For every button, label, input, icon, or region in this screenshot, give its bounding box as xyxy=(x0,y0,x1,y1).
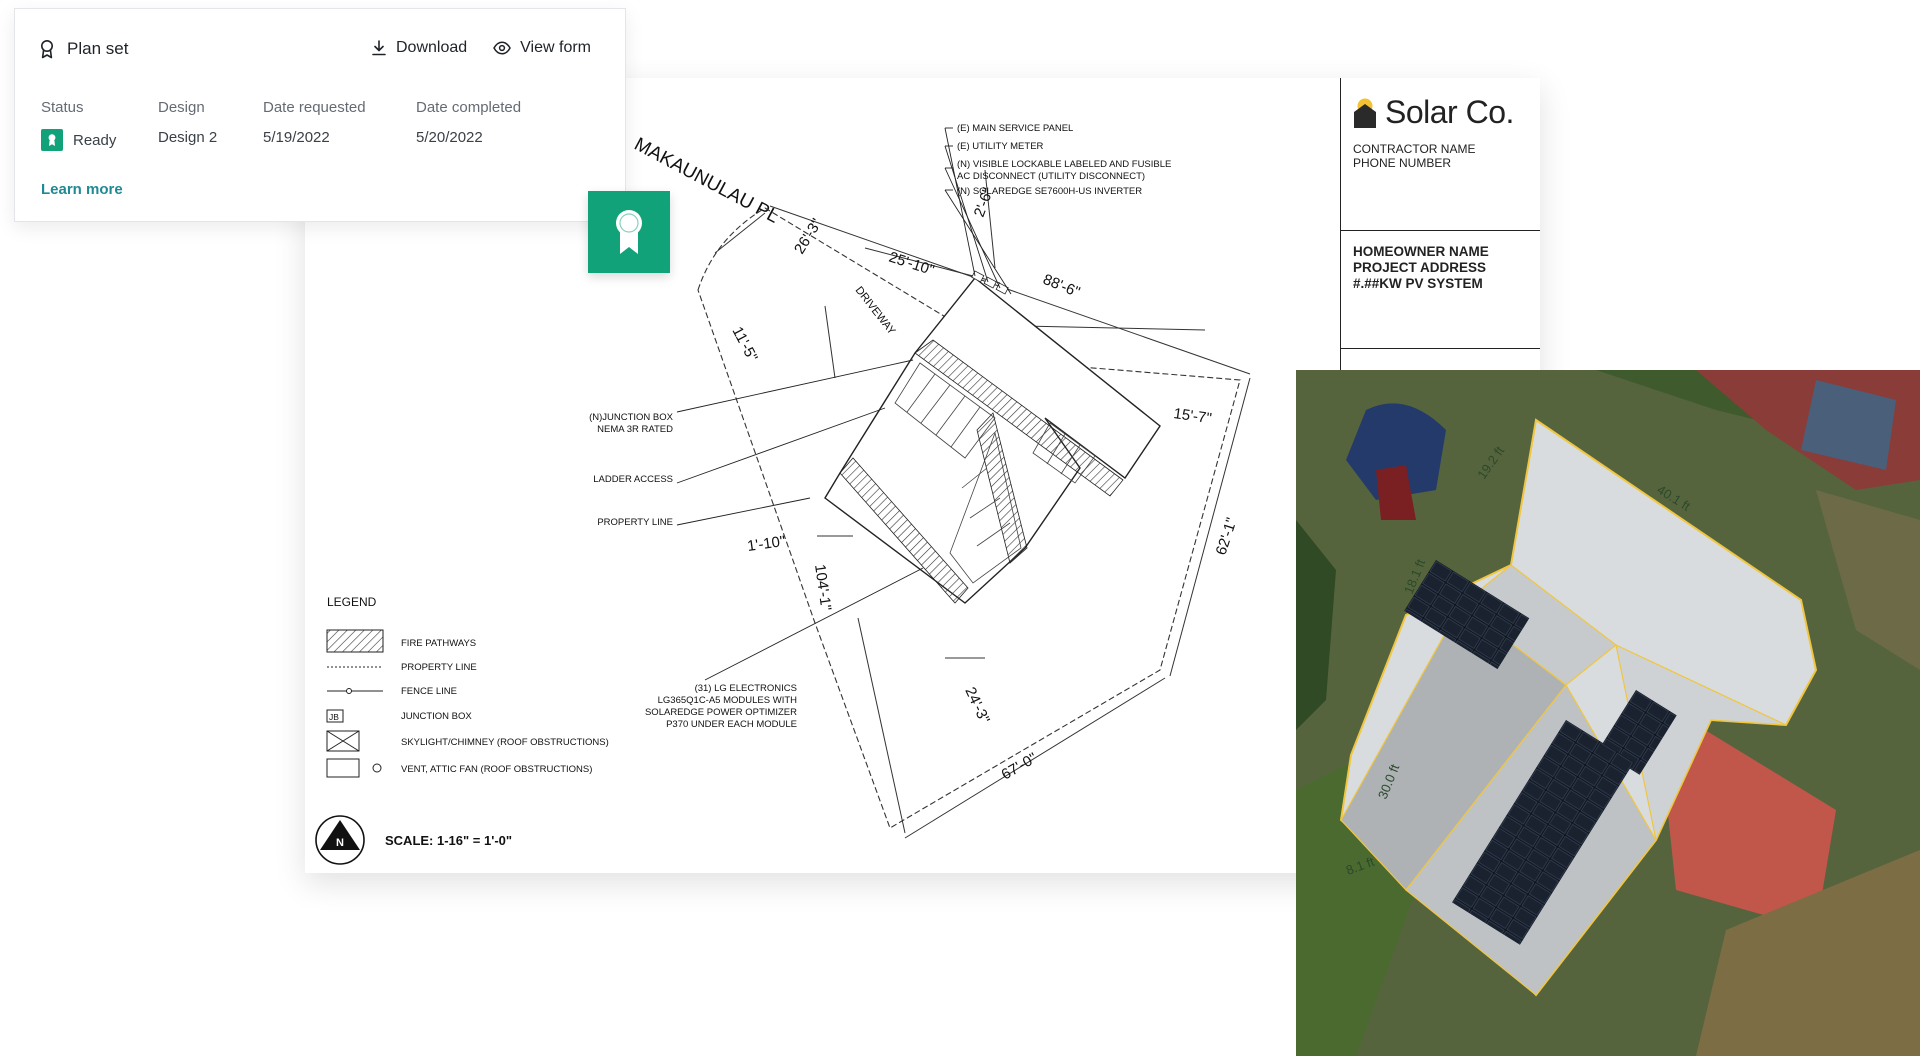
callout-ac-disconnect: (N) VISIBLE LOCKABLE LABELED AND FUSIBLE xyxy=(957,159,1171,170)
callout-main-panel: (E) MAIN SERVICE PANEL xyxy=(957,123,1073,134)
contractor-phone: PHONE NUMBER xyxy=(1353,156,1452,170)
company-name: Solar Co. xyxy=(1385,94,1514,130)
callout-modules: (31) LG ELECTRONICS xyxy=(695,683,797,694)
title-block-divider xyxy=(1341,348,1540,349)
callout-property-line: PROPERTY LINE xyxy=(597,517,673,528)
card-title-text: Plan set xyxy=(67,39,129,58)
legend: LEGEND FIRE PATHWAYS PROPERTY LINE FENCE… xyxy=(326,595,609,778)
date-requested-value: 5/19/2022 xyxy=(263,129,330,146)
learn-more-link[interactable]: Learn more xyxy=(41,181,123,198)
dimension-label: 1'-10" xyxy=(746,533,786,555)
legend-item: SKYLIGHT/CHIMNEY (ROOF OBSTRUCTIONS) xyxy=(401,737,609,748)
house-roof-plan xyxy=(824,270,1161,604)
status-value: Ready xyxy=(73,131,117,149)
north-label: N xyxy=(336,837,344,849)
status-header: Status xyxy=(41,99,84,116)
dimension-label: 25'-10" xyxy=(887,249,937,280)
date-completed-column: Date completed 5/20/2022 xyxy=(416,99,521,146)
download-icon xyxy=(372,40,386,56)
design-column: Design Design 2 xyxy=(158,99,217,146)
dimension-label: 62'-1" xyxy=(1213,516,1241,558)
view-form-button[interactable]: View form xyxy=(493,39,591,57)
title-block-divider xyxy=(1341,230,1540,231)
eye-icon xyxy=(493,41,512,55)
callout-modules-4: P370 UNDER EACH MODULE xyxy=(666,719,797,730)
callout-ac-disconnect-2: AC DISCONNECT (UTILITY DISCONNECT) xyxy=(957,171,1145,182)
homeowner-name: HOMEOWNER NAME xyxy=(1353,244,1489,259)
scale-label: SCALE: 1-16" = 1'-0" xyxy=(385,833,512,848)
design-value: Design 2 xyxy=(158,129,218,146)
legend-swatch-jb: JB xyxy=(329,712,339,722)
status-badge xyxy=(41,129,63,151)
card-title: Plan set xyxy=(39,39,128,59)
dimension-label: 11'-5" xyxy=(728,324,760,365)
date-completed-value: 5/20/2022 xyxy=(416,129,483,146)
dimension-label: 67'-0" xyxy=(999,750,1041,784)
design-header: Design xyxy=(158,99,205,116)
plan-set-card: Plan set Download View form Status Ready… xyxy=(14,8,626,222)
ribbon-icon xyxy=(48,134,56,146)
view-form-label: View form xyxy=(520,39,591,56)
house-icon xyxy=(1354,98,1376,128)
north-arrow: N xyxy=(315,815,365,865)
date-completed-header: Date completed xyxy=(416,99,522,116)
date-requested-column: Date requested 5/19/2022 xyxy=(263,99,366,146)
legend-swatch-fire-pathways xyxy=(326,629,384,653)
legend-item: JUNCTION BOX xyxy=(401,711,472,722)
callout-inverter: (N) SOLAREDGE SE7600H-US INVERTER xyxy=(957,186,1142,197)
callout-modules-3: SOLAREDGE POWER OPTIMIZER xyxy=(645,707,797,718)
callout-ladder-access: LADDER ACCESS xyxy=(593,474,673,485)
legend-swatch-vent xyxy=(326,758,360,778)
project-info: HOMEOWNER NAME PROJECT ADDRESS #.##KW PV… xyxy=(1353,244,1489,292)
contractor-info: CONTRACTOR NAME PHONE NUMBER xyxy=(1353,142,1475,170)
legend-item: PROPERTY LINE xyxy=(401,662,477,673)
project-address: PROJECT ADDRESS xyxy=(1353,260,1487,275)
callout-junction-box-2: NEMA 3R RATED xyxy=(597,424,673,435)
download-label: Download xyxy=(396,39,468,56)
legend-item: FIRE PATHWAYS xyxy=(401,638,476,649)
download-button[interactable]: Download xyxy=(371,39,467,57)
ribbon-icon xyxy=(616,210,642,254)
ribbon-icon xyxy=(41,40,53,59)
dimension-label: 24'-3" xyxy=(961,685,993,727)
dimension-label: 88'-6" xyxy=(1041,271,1083,301)
aerial-roof-image: 19.2 ft 40.1 ft 18.1 ft 30.0 ft 8.1 ft xyxy=(1296,370,1920,1056)
company-logo: Solar Co. xyxy=(1353,94,1514,131)
dimension-label: 15'-7" xyxy=(1172,405,1212,427)
callout-utility-meter: (E) UTILITY METER xyxy=(957,141,1044,152)
dimension-label: 104'-1" xyxy=(811,563,834,611)
legend-title: LEGEND xyxy=(327,595,377,609)
status-column: Status Ready xyxy=(41,99,116,151)
system-size: #.##KW PV SYSTEM xyxy=(1353,276,1483,291)
legend-item: FENCE LINE xyxy=(401,686,457,697)
callout-junction-box: (N)JUNCTION BOX xyxy=(589,412,674,423)
contractor-name: CONTRACTOR NAME xyxy=(1353,142,1476,156)
driveway-label: DRIVEWAY xyxy=(853,284,898,337)
aerial-roof-layout: 19.2 ft 40.1 ft 18.1 ft 30.0 ft 8.1 ft xyxy=(1296,370,1920,1056)
legend-item: VENT, ATTIC FAN (ROOF OBSTRUCTIONS) xyxy=(401,764,592,775)
dimension-label: 26'-3" xyxy=(791,216,826,257)
callout-modules-2: LG365Q1C-A5 MODULES WITH xyxy=(658,695,798,706)
award-badge xyxy=(588,191,670,273)
date-requested-header: Date requested xyxy=(263,99,366,116)
